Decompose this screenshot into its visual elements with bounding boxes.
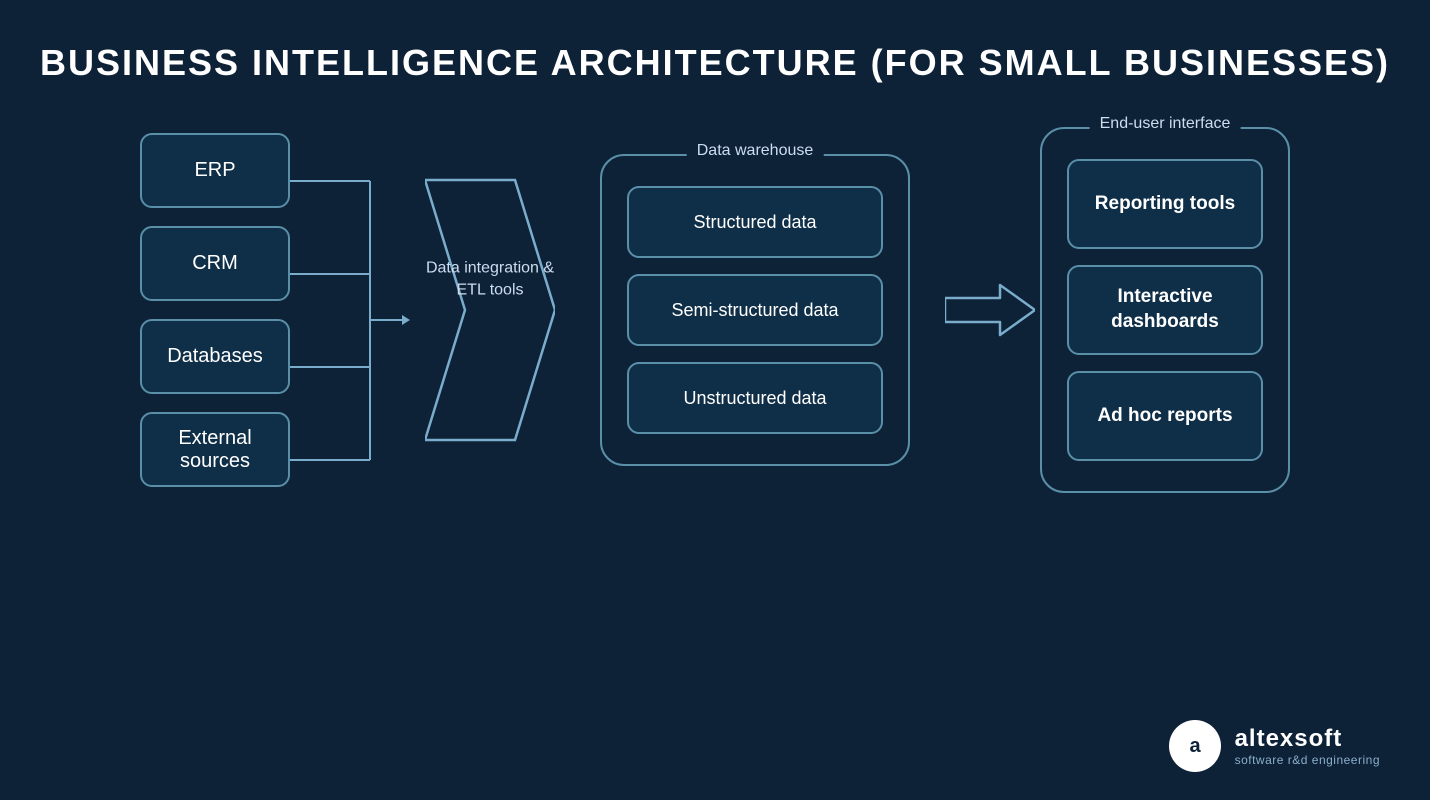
svg-text:a: a	[1189, 735, 1201, 757]
warehouse-section: Data warehouse Structured data Semi-stru…	[600, 154, 910, 466]
logo-section: a altexsoft software r&d engineering	[1169, 720, 1380, 772]
warehouse-outer: Data warehouse Structured data Semi-stru…	[600, 154, 910, 466]
enduser-dashboards: Interactive dashboards	[1067, 265, 1263, 355]
etl-section: Data integration & ETL tools	[410, 125, 570, 495]
warehouse-structured: Structured data	[627, 186, 883, 258]
etl-label: Data integration & ETL tools	[425, 258, 555, 303]
enduser-reporting: Reporting tools	[1067, 159, 1263, 249]
enduser-label: End-user interface	[1090, 115, 1241, 133]
source-erp: ERP	[140, 133, 290, 208]
source-databases: Databases	[140, 319, 290, 394]
middle-arrow	[940, 280, 1040, 340]
enduser-section: End-user interface Reporting tools Inter…	[1040, 127, 1290, 493]
enduser-adhoc: Ad hoc reports	[1067, 371, 1263, 461]
logo-name: altexsoft	[1235, 725, 1380, 753]
logo-text: altexsoft software r&d engineering	[1235, 725, 1380, 767]
warehouse-unstructured: Unstructured data	[627, 362, 883, 434]
source-external: External sources	[140, 412, 290, 487]
logo-sub: software r&d engineering	[1235, 753, 1380, 767]
enduser-outer: End-user interface Reporting tools Inter…	[1040, 127, 1290, 493]
source-crm: CRM	[140, 226, 290, 301]
page-title: BUSINESS INTELLIGENCE ARCHITECTURE (FOR …	[0, 0, 1430, 115]
connector-lines	[290, 125, 410, 495]
source-column: ERP CRM Databases External sources	[140, 133, 290, 487]
warehouse-label: Data warehouse	[687, 142, 824, 160]
diagram: ERP CRM Databases External sources Data	[0, 125, 1430, 495]
warehouse-semi-structured: Semi-structured data	[627, 274, 883, 346]
logo-icon: a	[1169, 720, 1221, 772]
